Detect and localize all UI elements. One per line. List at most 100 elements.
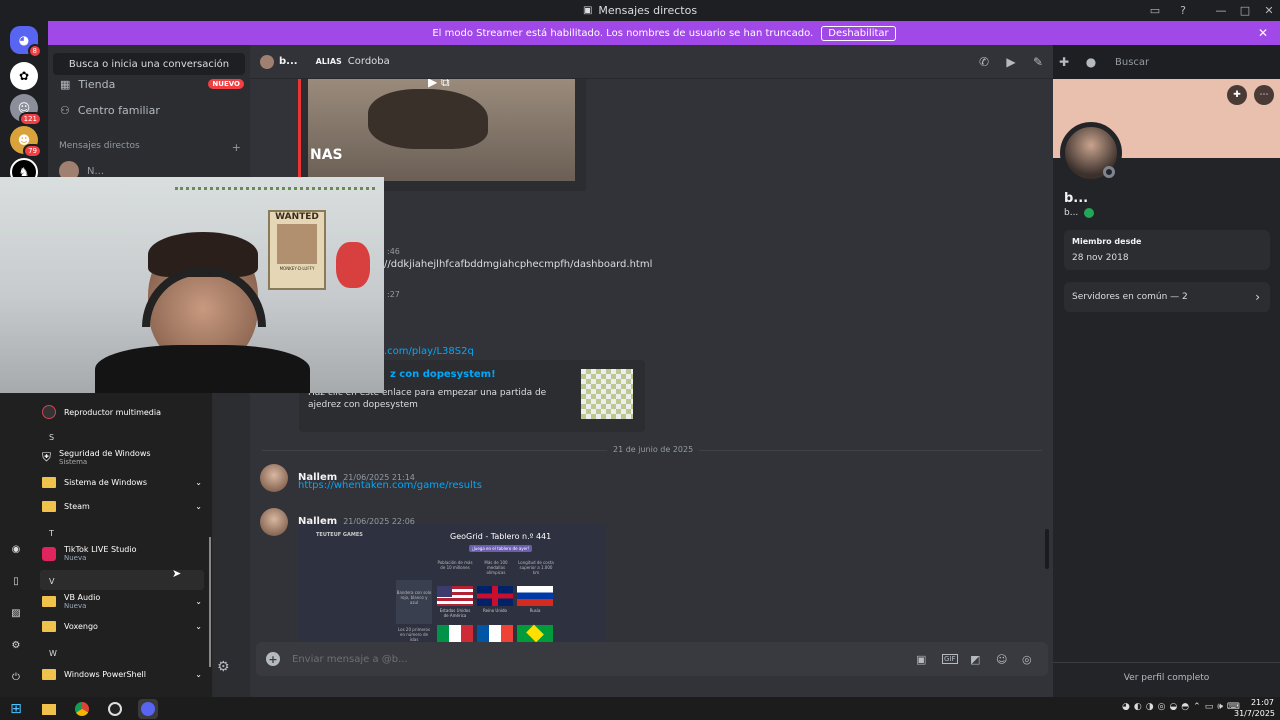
start-folder-powershell[interactable]: Windows PowerShell ⌄ bbox=[42, 669, 202, 680]
app-label: Sistema de Windows bbox=[64, 478, 148, 487]
folder-icon bbox=[42, 596, 56, 607]
tray-app-icon[interactable]: ◒ bbox=[1169, 702, 1177, 712]
sticker-icon[interactable]: ◩ bbox=[970, 653, 980, 666]
close-icon[interactable]: ✕ bbox=[1258, 26, 1268, 40]
plus-icon[interactable]: + bbox=[232, 141, 241, 154]
message-input[interactable]: + Enviar mensaje a @b... ▣ GIF ◩ ☺ ◎ bbox=[256, 642, 1048, 676]
start-folder-voxengo[interactable]: Voxengo ⌄ bbox=[42, 621, 202, 632]
add-attachment-icon[interactable]: + bbox=[266, 652, 280, 666]
network-icon[interactable]: ▭ bbox=[1205, 702, 1214, 712]
date-divider-label: 21 de junio de 2025 bbox=[607, 445, 700, 454]
user-icon[interactable]: ◉ bbox=[8, 541, 24, 557]
start-app-tiktok-live[interactable]: TikTok LIVE Studio Nueva bbox=[42, 545, 202, 562]
inbox-icon[interactable]: ▭ bbox=[1143, 0, 1167, 21]
tiktok-icon bbox=[42, 546, 56, 561]
flag-usa bbox=[437, 586, 473, 606]
emoji-icon[interactable]: ☺ bbox=[996, 653, 1007, 666]
maximize-button[interactable]: □ bbox=[1233, 0, 1257, 21]
pin-icon[interactable]: ✎ bbox=[1030, 54, 1046, 70]
tray-app-icon[interactable]: ◑ bbox=[1146, 702, 1154, 712]
search-input[interactable]: Buscar bbox=[1111, 53, 1273, 72]
tray-app-icon[interactable]: ◐ bbox=[1134, 702, 1142, 712]
disable-streamer-button[interactable]: Deshabilitar bbox=[821, 25, 896, 41]
system-tray: ◕ ◐ ◑ ◎ ◒ ◓ ⌃ ▭ 🕪 ⌨ bbox=[1122, 702, 1240, 712]
voice-call-icon[interactable]: ✆ bbox=[976, 54, 992, 70]
streamer-mode-banner: El modo Streamer está habilitado. Los no… bbox=[48, 21, 1280, 45]
settings-icon[interactable]: ⚙ bbox=[217, 659, 230, 675]
clock[interactable]: 21:07 31/7/2025 bbox=[1234, 697, 1275, 719]
message-time: :27 bbox=[387, 290, 400, 299]
profile-display-name: b... bbox=[1064, 191, 1089, 206]
server-icon[interactable]: ☺ 121 bbox=[10, 94, 42, 126]
close-window-button[interactable]: ✕ bbox=[1257, 0, 1280, 21]
chevron-right-icon: › bbox=[1255, 290, 1260, 304]
start-folder-vb-audio[interactable]: VB Audio Nueva ⌄ bbox=[42, 593, 202, 610]
documents-icon[interactable]: ▯ bbox=[8, 573, 24, 589]
folder-icon bbox=[42, 501, 56, 512]
play-icon[interactable]: ▶ ⧉ bbox=[428, 79, 450, 90]
chevron-up-icon[interactable]: ⌃ bbox=[1193, 702, 1201, 712]
pictures-icon[interactable]: ▨ bbox=[8, 605, 24, 621]
tray-app-icon[interactable]: ◓ bbox=[1181, 702, 1189, 712]
geogrid-subtitle: ¡Juega en el tablero de ayer! bbox=[469, 545, 533, 552]
more-options-icon[interactable]: ⋯ bbox=[1254, 85, 1274, 105]
geogrid-title: GeoGrid - Tablero n.º 441 bbox=[450, 532, 552, 541]
letter-header[interactable]: T bbox=[49, 529, 54, 538]
start-folder-steam[interactable]: Steam ⌄ bbox=[42, 501, 202, 512]
chrome-icon[interactable] bbox=[72, 699, 92, 719]
scrollbar[interactable] bbox=[1045, 529, 1049, 569]
start-folder-windows-system[interactable]: Sistema de Windows ⌄ bbox=[42, 477, 202, 488]
shield-icon: ⛨ bbox=[42, 450, 52, 464]
conversation-search-button[interactable]: Busca o inicia una conversación bbox=[53, 53, 245, 75]
message-link[interactable]: //ddkjiahejlhfcafbddmgiahcphecmpfh/dashb… bbox=[384, 259, 652, 270]
chess-embed-title[interactable]: z con dopesystem! bbox=[390, 369, 496, 380]
geogrid-cell-label: Rusia bbox=[529, 608, 541, 613]
start-menu-scrollbar[interactable] bbox=[209, 537, 211, 667]
file-explorer-icon[interactable] bbox=[39, 699, 59, 719]
start-app-media-player[interactable]: Reproductor multimedia bbox=[42, 405, 202, 419]
sidebar-item-shop[interactable]: ▦ Tienda NUEVO bbox=[54, 73, 244, 95]
help-icon[interactable]: ? bbox=[1171, 0, 1195, 21]
avatar[interactable] bbox=[260, 464, 288, 492]
view-full-profile-link[interactable]: Ver perfil completo bbox=[1053, 673, 1280, 683]
start-app-windows-security[interactable]: ⛨ Seguridad de Windows Sistema bbox=[42, 449, 202, 466]
video-call-icon[interactable]: ▶ bbox=[1003, 54, 1019, 70]
tray-discord-icon[interactable]: ◕ bbox=[1122, 702, 1130, 712]
tray-steam-icon[interactable]: ◎ bbox=[1158, 702, 1166, 712]
flag-france bbox=[477, 625, 513, 642]
video-thumbnail[interactable]: NAS ▶ ⧉ bbox=[308, 79, 575, 181]
dm-user-name: N... bbox=[87, 165, 105, 177]
geogrid-row-header: Los 20 primeros en número de islas bbox=[397, 627, 431, 642]
mouse-cursor-icon: ➤ bbox=[172, 567, 182, 580]
activities-icon[interactable]: ◎ bbox=[1022, 653, 1032, 666]
server-icon[interactable]: ✿ bbox=[10, 62, 38, 90]
flag-brazil bbox=[517, 624, 553, 642]
gift-icon[interactable]: ▣ bbox=[916, 653, 926, 666]
mutual-servers-row[interactable]: Servidores en común — 2 › bbox=[1064, 282, 1270, 312]
volume-icon[interactable]: 🕪 bbox=[1217, 702, 1223, 712]
add-friend-icon[interactable]: ✚ bbox=[1227, 85, 1247, 105]
letter-header[interactable]: V bbox=[49, 577, 54, 586]
discord-taskbar-icon[interactable] bbox=[138, 699, 158, 719]
minimize-button[interactable]: — bbox=[1209, 0, 1233, 21]
letter-header[interactable]: W bbox=[49, 649, 57, 658]
obs-icon[interactable] bbox=[105, 699, 125, 719]
message-link[interactable]: .com/play/L38S2q bbox=[384, 346, 474, 357]
server-icon[interactable]: ☻ 79 bbox=[10, 126, 42, 158]
settings-icon[interactable]: ⚙ bbox=[8, 637, 24, 653]
letter-header[interactable]: S bbox=[49, 433, 54, 442]
avatar[interactable] bbox=[260, 508, 288, 536]
add-friends-icon[interactable]: ✚ bbox=[1056, 54, 1072, 70]
windows-start-icon[interactable]: ⊞ bbox=[6, 699, 26, 719]
message-link[interactable]: https://whentaken.com/game/results bbox=[298, 480, 482, 491]
geogrid-col-header: Población de más de 10 millones bbox=[437, 560, 473, 570]
power-icon[interactable]: ⏻ bbox=[8, 669, 24, 685]
app-sublabel: Nueva bbox=[64, 554, 87, 562]
geogrid-image[interactable]: TEUTEUF GAMES GeoGrid - Tablero n.º 441 … bbox=[298, 524, 606, 642]
user-profile-icon[interactable]: ● bbox=[1083, 54, 1099, 70]
sidebar-item-family-center[interactable]: ⚇ Centro familiar bbox=[54, 99, 244, 121]
gif-icon[interactable]: GIF bbox=[942, 654, 958, 664]
message-input-placeholder: Enviar mensaje a @b... bbox=[292, 653, 408, 665]
app-label: Seguridad de Windows bbox=[59, 449, 151, 458]
discord-home-icon[interactable]: ◕ 8 bbox=[10, 26, 42, 58]
